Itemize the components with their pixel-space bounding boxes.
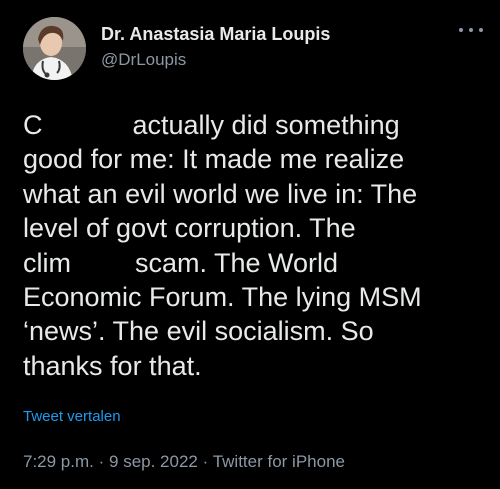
tweet-line: clim scam. The World — [23, 247, 339, 278]
author-names[interactable]: Dr. Anastasia Maria Loupis @DrLoupis — [101, 23, 330, 71]
tweet-line: level of govt corruption. The — [23, 213, 356, 244]
tweet-header: Dr. Anastasia Maria Loupis @DrLoupis — [23, 17, 483, 83]
tweet-line: good for me: It made me realize — [23, 144, 405, 175]
tweet-line: Economic Forum. The lying MSM — [23, 282, 422, 313]
meta-separator: · — [202, 452, 209, 471]
tweet-line: ‘news’. The evil socialism. So — [23, 316, 374, 347]
display-name[interactable]: Dr. Anastasia Maria Loupis — [101, 23, 330, 45]
tweet-meta: 7:29 p.m. · 9 sep. 2022 · Twitter for iP… — [23, 452, 345, 472]
tweet-time[interactable]: 7:29 p.m. — [23, 452, 94, 471]
tweet-source[interactable]: Twitter for iPhone — [213, 452, 345, 471]
handle[interactable]: @DrLoupis — [101, 49, 330, 71]
tweet-line: what an evil world we live in: The — [23, 178, 418, 209]
tweet-line: thanks for that. — [23, 350, 202, 381]
avatar-photo — [23, 17, 86, 80]
translate-link[interactable]: Tweet vertalen — [23, 408, 121, 425]
meta-separator: · — [98, 452, 105, 471]
tweet-text: Cactually did something good for me: It … — [23, 108, 493, 383]
tweet-date[interactable]: 9 sep. 2022 — [109, 452, 198, 471]
more-options-icon[interactable] — [459, 25, 483, 35]
tweet-line: Cactually did something — [23, 110, 400, 140]
redacted-gap — [42, 110, 133, 138]
avatar[interactable] — [23, 17, 86, 80]
redacted-gap — [71, 247, 135, 276]
